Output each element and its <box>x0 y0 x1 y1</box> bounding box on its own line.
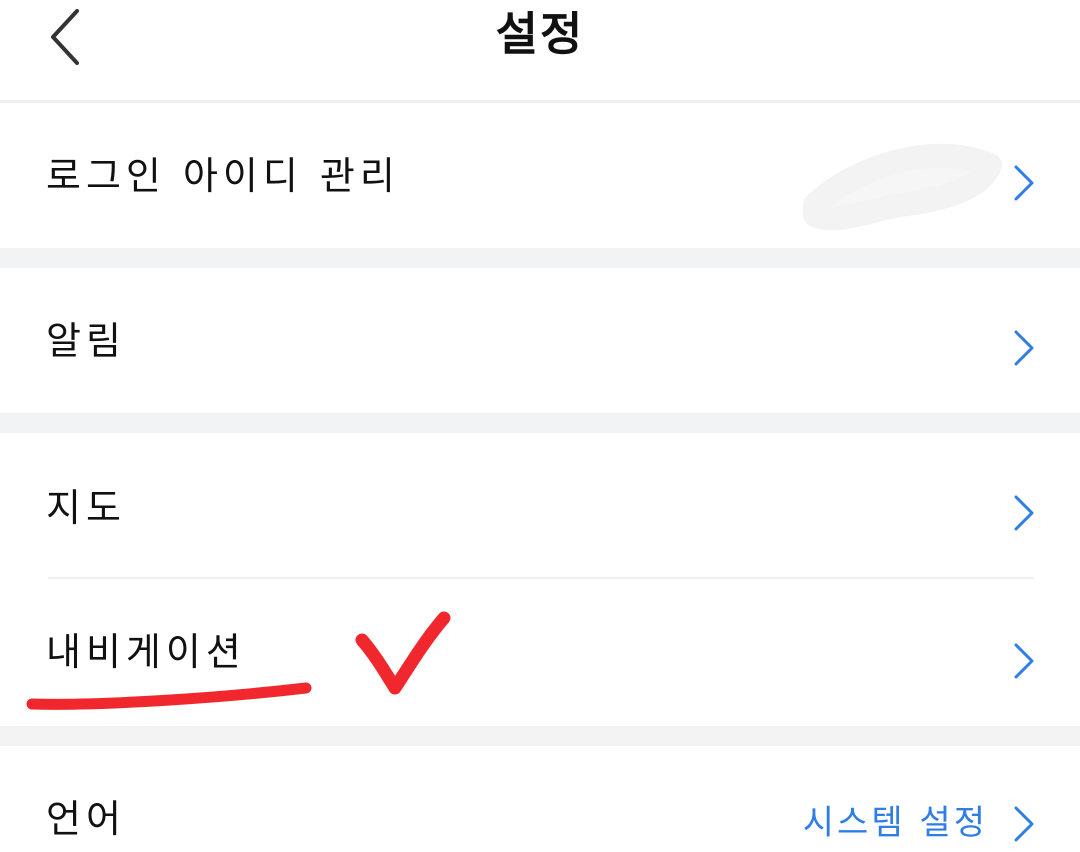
settings-item-map[interactable]: 지도 <box>0 433 1080 578</box>
settings-item-label: 알림 <box>46 319 126 363</box>
settings-item-login-id[interactable]: 로그인 아이디 관리 <box>0 103 1080 248</box>
language-value: 시스템 설정 <box>802 803 988 843</box>
settings-item-navigation[interactable]: 내비게이션 <box>0 579 1080 726</box>
section-gap <box>0 726 1080 746</box>
settings-item-label: 언어 <box>46 797 126 841</box>
page-title: 설정 <box>495 7 585 61</box>
section-gap <box>0 413 1080 433</box>
chevron-right-icon <box>1014 330 1034 366</box>
chevron-right-icon <box>1014 643 1034 679</box>
chevron-right-icon <box>1014 806 1034 842</box>
settings-item-label: 로그인 아이디 관리 <box>46 154 400 198</box>
chevron-right-icon <box>1014 165 1034 201</box>
section-gap <box>0 248 1080 268</box>
header-bar: 설정 <box>0 0 1080 100</box>
settings-item-notifications[interactable]: 알림 <box>0 268 1080 413</box>
settings-screen: 설정 로그인 아이디 관리 알림 지도 내비게이션 언어 시스템 설정 <box>0 0 1080 852</box>
settings-item-label: 지도 <box>46 486 126 530</box>
chevron-right-icon <box>1014 495 1034 531</box>
settings-item-language[interactable]: 언어 시스템 설정 <box>0 746 1080 852</box>
settings-item-label: 내비게이션 <box>46 630 246 674</box>
